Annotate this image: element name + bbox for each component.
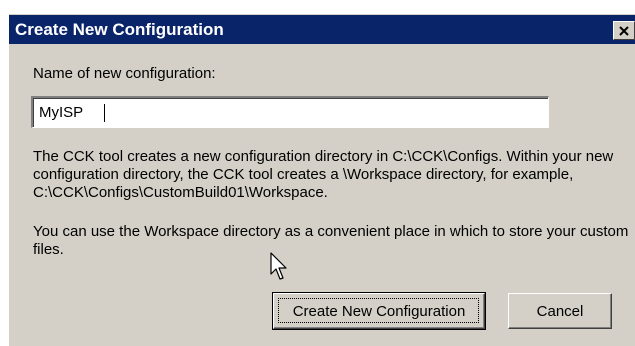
title-bar[interactable]: Create New Configuration	[9, 15, 635, 44]
info-paragraph-2: You can use the Workspace directory as a…	[33, 223, 629, 258]
create-configuration-dialog: Create New Configuration Name of new con…	[8, 13, 635, 346]
name-label: Name of new configuration:	[33, 65, 216, 82]
window-title: Create New Configuration	[15, 20, 224, 39]
cancel-button-label: Cancel	[536, 302, 584, 320]
cancel-button[interactable]: Cancel	[508, 293, 612, 329]
text-caret	[104, 104, 105, 122]
focus-rectangle	[278, 298, 479, 323]
configuration-name-value: MyISP	[39, 104, 84, 121]
close-icon	[619, 25, 629, 36]
mouse-pointer-icon	[270, 252, 287, 280]
create-new-configuration-button[interactable]: Create New Configuration	[272, 292, 486, 330]
info-paragraph-1: The CCK tool creates a new configuration…	[33, 148, 614, 201]
close-button[interactable]	[613, 21, 635, 40]
configuration-name-input[interactable]: MyISP	[31, 96, 549, 128]
